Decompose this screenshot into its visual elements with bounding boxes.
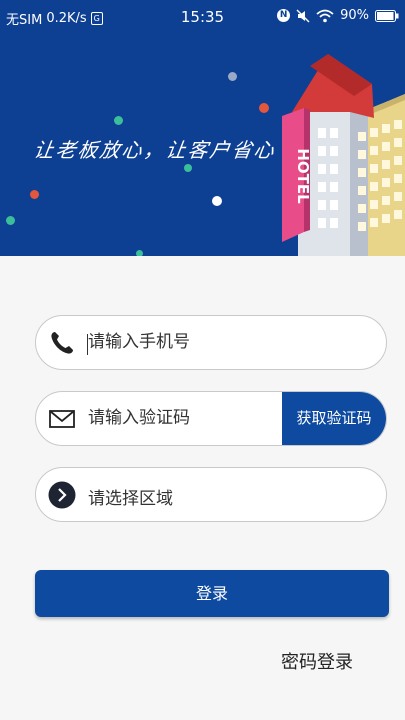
get-code-button[interactable]: 获取验证码 (282, 392, 386, 445)
confetti-dot (184, 164, 192, 172)
region-selector[interactable]: 请选择区域 (35, 467, 387, 522)
mute-icon (296, 9, 310, 22)
hero-banner: 让老板放心，让客户省心 HOTEL (0, 0, 405, 256)
phone-icon (51, 332, 73, 354)
text-cursor (87, 334, 88, 355)
battery-percent: 90% (340, 8, 369, 23)
wifi-icon (316, 9, 334, 22)
confetti-dot (114, 116, 123, 125)
confetti-dot (259, 103, 269, 113)
confetti-dot (30, 190, 39, 199)
hotel-illustration: HOTEL (282, 54, 405, 256)
phone-input[interactable] (88, 332, 308, 352)
code-field[interactable]: 获取验证码 (35, 391, 387, 446)
battery-icon (375, 9, 399, 22)
nfc-icon: N (277, 9, 291, 22)
chevron-right-circle-icon (48, 481, 76, 509)
confetti-dot (212, 196, 222, 206)
confetti-dot (136, 250, 143, 256)
status-bar: 无SIM 0.2K/s G 15:35 N 90% (0, 0, 405, 34)
login-button[interactable]: 登录 (35, 570, 389, 617)
password-login-link[interactable]: 密码登录 (281, 648, 353, 674)
banner-slogan: 让老板放心，让客户省心 (32, 138, 278, 162)
confetti-dot (228, 72, 237, 81)
region-label: 请选择区域 (88, 489, 173, 509)
confetti-dot (6, 216, 15, 225)
code-input[interactable] (88, 408, 268, 428)
mail-icon (49, 410, 75, 428)
hotel-sign-text: HOTEL (294, 148, 312, 204)
